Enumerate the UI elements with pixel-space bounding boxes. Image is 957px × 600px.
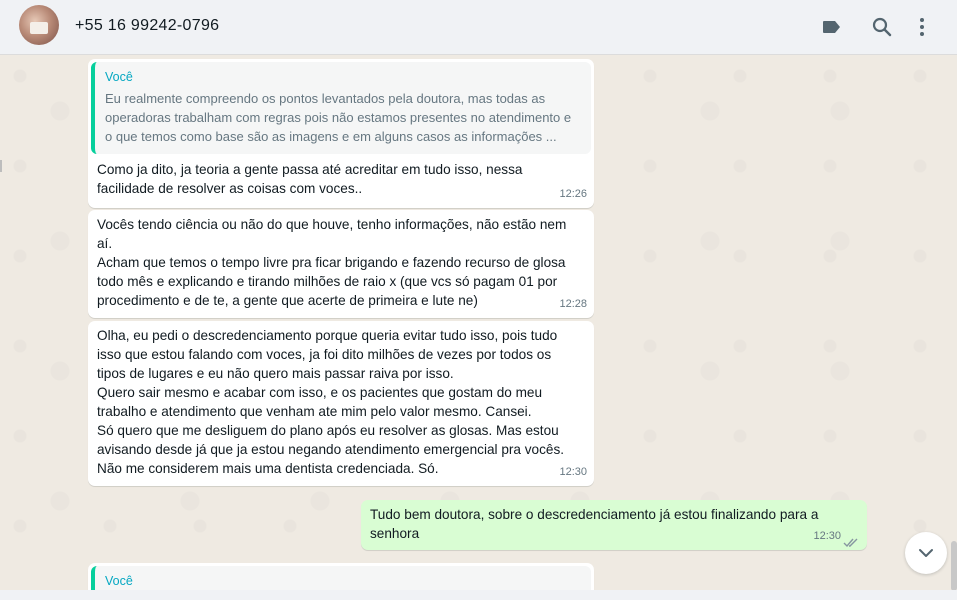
message-bubble-incoming[interactable]: Você Eu realmente compreendo os pontos l… (88, 59, 594, 208)
label-icon[interactable] (820, 15, 844, 39)
message-text: Olha, eu pedi o descredenciamento porque… (97, 328, 565, 476)
message-bubble-incoming[interactable]: Olha, eu pedi o descredenciamento porque… (88, 321, 594, 486)
message-time: 12:26 (559, 188, 587, 200)
composer-bar (0, 590, 957, 600)
message-time: 12:30 (813, 530, 841, 542)
message-text: Vocês tendo ciência ou não do que houve,… (97, 217, 567, 308)
quote-author: Você (105, 70, 133, 84)
contact-name[interactable]: +55 16 99242-0796 (75, 17, 219, 35)
chat-header: +55 16 99242-0796 (0, 0, 957, 55)
contact-avatar[interactable] (19, 5, 59, 45)
message-text: Como ja dito, ja teoria a gente passa at… (97, 162, 523, 196)
scroll-edge-marker (0, 160, 2, 172)
message-bubble-outgoing[interactable]: Tudo bem doutora, sobre o descredenciame… (361, 500, 867, 550)
scrollbar-thumb[interactable] (951, 541, 957, 591)
quote-author: Você (105, 574, 133, 588)
message-text: Tudo bem doutora, sobre o descredenciame… (370, 507, 819, 541)
message-bubble-incoming[interactable]: Vocês tendo ciência ou não do que houve,… (88, 210, 594, 318)
message-time: 12:28 (559, 298, 587, 310)
scroll-to-bottom-button[interactable] (905, 532, 947, 574)
search-icon[interactable] (870, 15, 894, 39)
message-time: 12:30 (559, 466, 587, 478)
double-check-icon (843, 534, 859, 548)
chevron-down-icon (917, 544, 935, 562)
quoted-message[interactable]: Você Eu realmente compreendo os pontos l… (91, 62, 591, 154)
quote-text: Eu realmente compreendo os pontos levant… (105, 91, 572, 144)
message-list[interactable]: Você Eu realmente compreendo os pontos l… (0, 56, 957, 600)
more-vertical-icon[interactable] (910, 15, 934, 39)
